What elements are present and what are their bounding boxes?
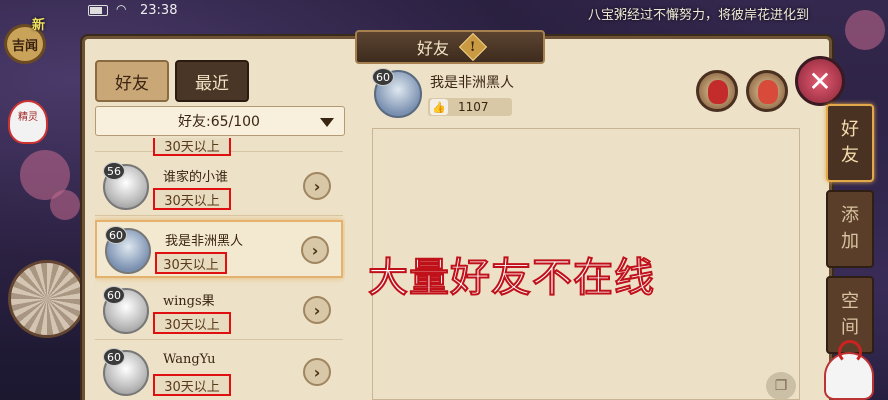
last-online-status: 30天以上	[155, 252, 227, 274]
sprite-button[interactable]: 精灵	[8, 100, 48, 144]
level-badge: 60	[372, 68, 394, 86]
battery-icon	[88, 5, 108, 16]
avatar[interactable]: 56	[103, 162, 149, 210]
close-icon: ✕	[808, 64, 832, 98]
avatar[interactable]: 60	[105, 226, 151, 274]
level-badge: 60	[103, 348, 125, 366]
friend-name: 谁家的小谁	[163, 170, 229, 185]
likes-count: 1107	[458, 100, 489, 114]
last-online-status: 30天以上	[153, 374, 231, 396]
chevron-right-icon[interactable]: ›	[303, 296, 331, 324]
avatar[interactable]: 60	[103, 286, 149, 334]
annotation-text: 大量好友不在线	[367, 254, 655, 302]
panel-title: 好友	[416, 39, 449, 58]
friend-tabs: 好友 最近	[95, 60, 249, 102]
new-badge: 新	[32, 18, 46, 33]
blossom-decoration	[50, 190, 80, 220]
level-badge: 56	[103, 162, 125, 180]
side-tab-label: 加	[841, 231, 859, 252]
chevron-right-icon[interactable]: ›	[303, 358, 331, 386]
level-badge: 60	[103, 286, 125, 304]
side-tab-friends[interactable]: 好 友	[826, 104, 874, 182]
friend-filter-dropdown[interactable]: 好友:65/100	[95, 106, 345, 136]
chevron-down-icon	[320, 118, 334, 127]
list-item-selected[interactable]: 60 我是非洲黑人 30天以上 ›	[95, 220, 343, 278]
mascot-decoration	[824, 340, 874, 400]
tab-friends[interactable]: 好友	[95, 60, 169, 102]
list-item[interactable]: 60 wings果 30天以上 ›	[95, 282, 343, 340]
panel-header: 好友 !	[355, 30, 545, 64]
wifi-icon: ◠	[116, 2, 127, 16]
friend-name: 我是非洲黑人	[430, 75, 514, 91]
news-ticker: 八宝粥经过不懈努力，将彼岸花进化到	[588, 8, 810, 23]
side-tab-add[interactable]: 添 加	[826, 190, 874, 268]
tab-recent[interactable]: 最近	[175, 60, 249, 102]
list-item[interactable]: 56 谁家的小谁 30天以上 ›	[95, 158, 343, 216]
level-badge: 60	[105, 226, 127, 244]
avatar[interactable]: 60	[103, 348, 149, 396]
side-tab-label: 间	[841, 317, 859, 338]
side-tab-label: 空	[841, 291, 859, 312]
close-button[interactable]: ✕	[795, 56, 845, 106]
thumbs-up-icon: 👍	[430, 99, 448, 115]
friend-list[interactable]: 30天以上 56 谁家的小谁 30天以上 › 60 我是非洲黑人 30天以上 ›…	[95, 138, 345, 400]
friend-name: 我是非洲黑人	[165, 234, 244, 249]
chevron-right-icon[interactable]: ›	[303, 172, 331, 200]
gift-bag-icon[interactable]	[746, 70, 788, 112]
clock: 23:38	[140, 3, 178, 18]
warning-icon[interactable]: !	[458, 32, 488, 62]
friend-name: WangYu	[163, 352, 216, 367]
umbrella-decoration	[8, 260, 86, 338]
side-tab-label: 友	[841, 145, 859, 166]
copy-icon[interactable]: ❐	[766, 372, 796, 400]
last-online-status: 30天以上	[153, 138, 231, 156]
last-online-status: 30天以上	[153, 312, 231, 334]
friend-detail: 60 我是非洲黑人 👍 1107	[358, 60, 808, 400]
friend-count-label: 好友:65/100	[178, 114, 260, 130]
warning-glyph: !	[470, 39, 476, 55]
list-item[interactable]: 30天以上	[95, 138, 343, 156]
side-tab-label: 添	[841, 205, 859, 226]
likes-counter[interactable]: 👍 1107	[428, 98, 512, 116]
gift-bag-icon[interactable]	[696, 70, 738, 112]
friend-detail-header: 60 我是非洲黑人 👍 1107	[358, 60, 808, 124]
chevron-right-icon[interactable]: ›	[301, 236, 329, 264]
avatar[interactable]: 60	[372, 68, 422, 118]
list-item[interactable]: 60 WangYu 30天以上 ›	[95, 344, 343, 400]
friend-name: wings果	[163, 294, 215, 309]
last-online-status: 30天以上	[153, 188, 231, 210]
side-tab-label: 好	[841, 119, 859, 140]
